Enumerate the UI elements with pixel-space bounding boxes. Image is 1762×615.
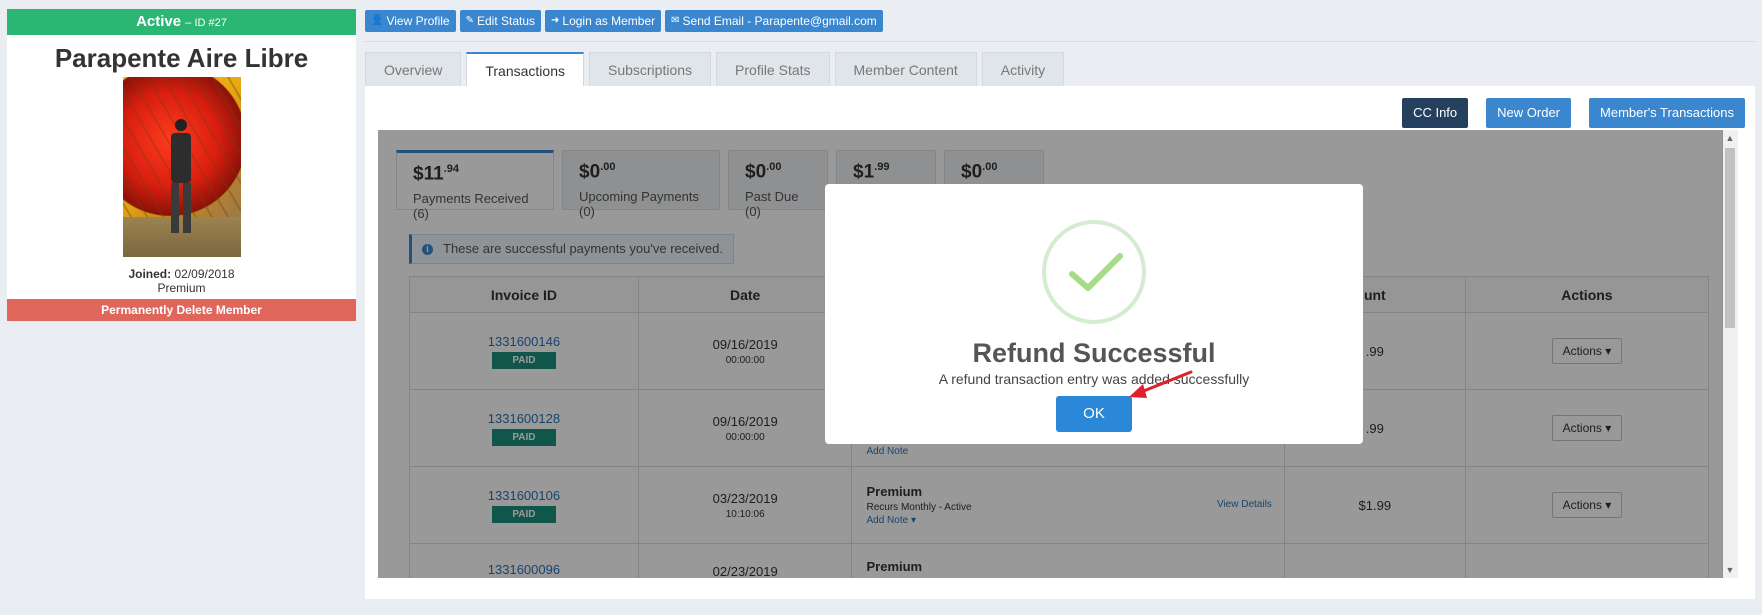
refund-success-dialog: Refund Successful A refund transaction e… bbox=[825, 184, 1363, 444]
login-as-member-button[interactable]: ➜ Login as Member bbox=[545, 10, 662, 32]
tab-activity[interactable]: Activity bbox=[981, 52, 1065, 86]
pencil-icon: ✎ bbox=[465, 15, 474, 26]
user-icon: 👤 bbox=[371, 15, 384, 26]
member-joined: Joined: 02/09/2018 bbox=[7, 267, 356, 281]
dialog-title: Refund Successful bbox=[972, 338, 1216, 368]
divider bbox=[365, 41, 1755, 42]
view-profile-label: View Profile bbox=[386, 14, 450, 28]
view-profile-button[interactable]: 👤 View Profile bbox=[365, 10, 456, 32]
scroll-up-icon[interactable]: ▲ bbox=[1722, 130, 1738, 146]
member-tabs: Overview Transactions Subscriptions Prof… bbox=[365, 52, 1065, 87]
new-order-button[interactable]: New Order bbox=[1486, 98, 1572, 128]
members-transactions-button[interactable]: Member's Transactions bbox=[1589, 98, 1745, 128]
dialog-message: A refund transaction entry was added suc… bbox=[938, 371, 1250, 387]
member-toolbar: 👤 View Profile ✎ Edit Status ➜ Login as … bbox=[365, 10, 883, 32]
vertical-scrollbar[interactable]: ▲ ▼ bbox=[1722, 130, 1738, 578]
success-check-icon bbox=[1042, 220, 1146, 324]
tab-overview[interactable]: Overview bbox=[365, 52, 462, 86]
joined-date: 02/09/2018 bbox=[174, 267, 235, 281]
ok-button[interactable]: OK bbox=[1056, 396, 1132, 432]
member-plan: Premium bbox=[157, 281, 206, 295]
sign-in-icon: ➜ bbox=[551, 15, 560, 26]
paraglider-pilot-figure bbox=[170, 119, 191, 239]
tab-transactions[interactable]: Transactions bbox=[466, 52, 584, 87]
member-status-bar: Active – ID #27 bbox=[7, 9, 356, 35]
send-email-label: Send Email - Parapente@gmail.com bbox=[682, 14, 877, 28]
envelope-icon: ✉ bbox=[671, 15, 680, 26]
member-id: – ID #27 bbox=[185, 17, 227, 29]
cc-info-button[interactable]: CC Info bbox=[1402, 98, 1469, 128]
member-avatar bbox=[122, 77, 241, 257]
edit-status-button[interactable]: ✎ Edit Status bbox=[459, 10, 542, 32]
red-arrow-annotation bbox=[1129, 370, 1193, 398]
joined-label: Joined: bbox=[128, 267, 172, 281]
edit-status-label: Edit Status bbox=[476, 14, 536, 28]
delete-member-button[interactable]: Permanently Delete Member bbox=[7, 299, 356, 321]
login-as-member-label: Login as Member bbox=[562, 14, 656, 28]
member-card: Active – ID #27 Parapente Aire Libre Joi… bbox=[7, 9, 356, 321]
tab-subscriptions[interactable]: Subscriptions bbox=[588, 52, 712, 86]
scroll-thumb[interactable] bbox=[1725, 148, 1735, 328]
tab-profile-stats[interactable]: Profile Stats bbox=[716, 52, 830, 86]
member-status: Active bbox=[136, 13, 182, 30]
panel-actions: CC Info New Order Member's Transactions bbox=[1402, 98, 1745, 128]
member-name: Parapente Aire Libre bbox=[54, 43, 309, 73]
scroll-down-icon[interactable]: ▼ bbox=[1722, 562, 1738, 578]
send-email-button[interactable]: ✉ Send Email - Parapente@gmail.com bbox=[665, 10, 883, 32]
tab-member-content[interactable]: Member Content bbox=[834, 52, 977, 86]
